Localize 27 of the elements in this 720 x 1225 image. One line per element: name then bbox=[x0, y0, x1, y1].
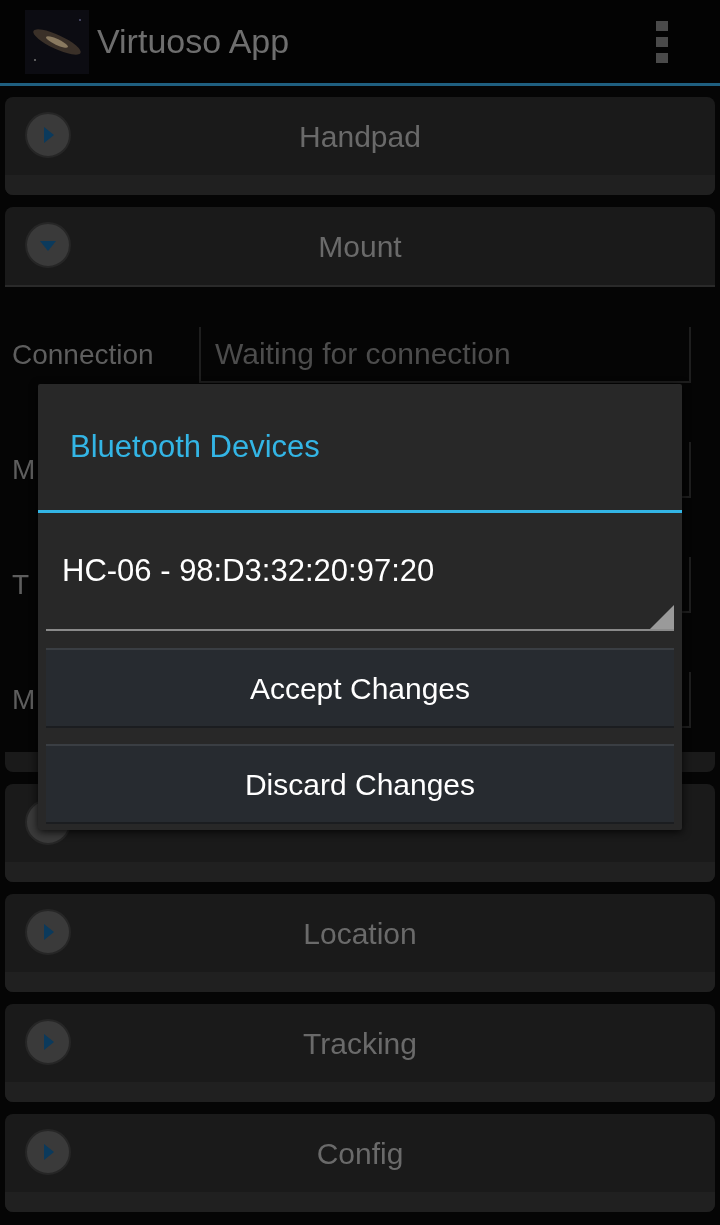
section-header[interactable]: Tracking bbox=[5, 1004, 715, 1102]
field-label: M bbox=[12, 683, 36, 715]
section-header[interactable]: Location bbox=[5, 894, 715, 992]
collapse-icon[interactable] bbox=[25, 222, 71, 268]
dropdown-corner-icon bbox=[650, 605, 674, 629]
expand-icon[interactable] bbox=[25, 112, 71, 158]
device-dropdown[interactable]: HC-06 - 98:D3:32:20:97:20 bbox=[46, 513, 674, 631]
section-header[interactable]: Mount bbox=[5, 207, 715, 287]
expand-icon[interactable] bbox=[25, 909, 71, 955]
section-title: Tracking bbox=[303, 1025, 417, 1062]
expand-icon[interactable] bbox=[25, 1129, 71, 1175]
dialog-button[interactable]: Accept Changes bbox=[46, 648, 674, 728]
app-title: Virtuoso App bbox=[97, 21, 290, 62]
text-field[interactable]: Waiting for connection bbox=[199, 326, 691, 383]
field-label: M bbox=[12, 453, 36, 485]
section-title: Mount bbox=[318, 228, 402, 265]
dialog-button[interactable]: Discard Changes bbox=[46, 744, 674, 824]
field-label: Connection bbox=[12, 338, 154, 370]
expand-icon[interactable] bbox=[25, 1019, 71, 1065]
section-header[interactable]: Config bbox=[5, 1114, 715, 1212]
field-label: T bbox=[12, 568, 30, 600]
section-title: Handpad bbox=[299, 118, 421, 155]
section-title: Config bbox=[316, 1135, 404, 1172]
section-title: Location bbox=[303, 915, 417, 952]
overflow-menu-icon[interactable] bbox=[656, 20, 668, 63]
dialog-title: Bluetooth Devices bbox=[70, 427, 320, 466]
section-header[interactable]: Handpad bbox=[5, 97, 715, 195]
